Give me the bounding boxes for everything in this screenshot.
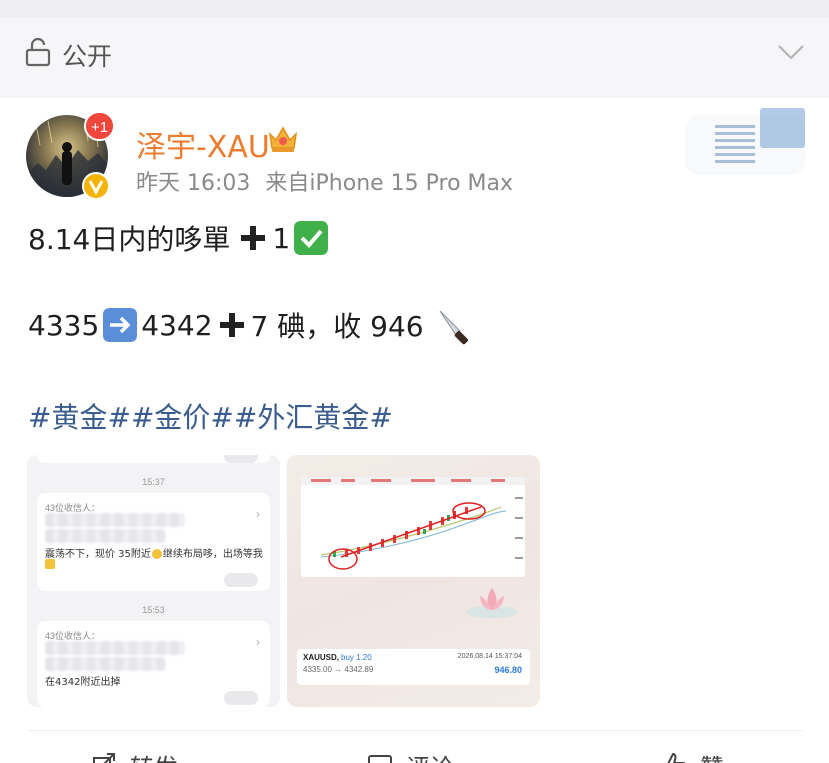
chat-message: 在4342附近出掉 bbox=[45, 677, 121, 688]
check-icon bbox=[294, 221, 329, 255]
price-chart bbox=[301, 477, 525, 577]
comment-label: 评论 bbox=[406, 748, 454, 763]
image-thumbnail-chart[interactable]: XAUUSD, buy 1.20 2026.08.14 15:37:04 433… bbox=[287, 455, 540, 707]
entry-price: 4335 bbox=[28, 308, 100, 342]
lotus-decoration bbox=[466, 588, 518, 618]
trade-lot: buy 1.20 bbox=[341, 653, 372, 662]
blurred-names bbox=[45, 641, 185, 655]
verified-icon bbox=[82, 172, 110, 200]
chevron-right-icon: › bbox=[256, 507, 260, 521]
decorative-card[interactable] bbox=[680, 100, 810, 185]
post-source: 来自iPhone 15 Pro Max bbox=[265, 171, 514, 196]
trade-datetime: 2026.08.14 15:37:04 bbox=[457, 653, 522, 660]
trade-profit: 946.80 bbox=[494, 665, 522, 675]
hashtag-gold-price[interactable]: #金价# bbox=[131, 396, 234, 436]
hashtag-forex-gold[interactable]: #外汇黄金# bbox=[234, 396, 393, 436]
chat-pill bbox=[224, 455, 258, 463]
hashtag-gold[interactable]: #黄金# bbox=[28, 396, 131, 436]
post-text-count: 1 bbox=[272, 221, 291, 255]
chat-card-top bbox=[37, 455, 270, 463]
crown-icon[interactable] bbox=[266, 122, 300, 154]
plus-icon bbox=[241, 226, 266, 250]
blurred-names bbox=[45, 529, 165, 543]
visibility-row[interactable] bbox=[0, 18, 829, 90]
plus-icon bbox=[219, 313, 244, 337]
comment-button[interactable]: 评论 bbox=[366, 748, 454, 763]
chat-time: 15:37 bbox=[142, 477, 165, 487]
hashtag-list: #黄金# #金价# #外汇黄金# bbox=[28, 396, 393, 436]
chat-card: 43位收信人： › 在4342附近出掉 bbox=[37, 621, 270, 707]
post-text: 8.14日内的哆單 bbox=[28, 223, 231, 256]
trade-result-card: XAUUSD, buy 1.20 2026.08.14 15:37:04 433… bbox=[297, 649, 530, 685]
like-button[interactable]: 赞 bbox=[660, 748, 724, 763]
repost-icon bbox=[93, 752, 115, 763]
blurred-names bbox=[45, 657, 165, 671]
thumbs-up-icon bbox=[661, 752, 686, 763]
divider bbox=[27, 730, 802, 731]
trade-symbol: XAUUSD, bbox=[303, 653, 340, 662]
post-meta: 昨天 16:03 来自iPhone 15 Pro Max bbox=[136, 165, 521, 197]
chat-pill bbox=[224, 691, 258, 705]
gain-text: 7 碘，收 946 bbox=[250, 310, 424, 343]
comment-icon bbox=[368, 754, 392, 763]
section-gap bbox=[0, 90, 829, 98]
post-timestamp: 昨天 16:03 bbox=[136, 171, 251, 196]
arrow-right-icon bbox=[103, 308, 138, 342]
repost-label: 转发 bbox=[130, 748, 178, 763]
status-strip bbox=[0, 0, 829, 18]
blurred-names bbox=[45, 513, 185, 527]
knife-icon bbox=[439, 310, 468, 345]
chevron-right-icon: › bbox=[256, 635, 260, 649]
image-thumbnail-chat[interactable]: 15:37 43位收信人： › 震荡不下，现价 35附近 继续布局哆，出场等我 1… bbox=[27, 455, 280, 707]
trade-prices: 4335.00 → 4342.89 bbox=[303, 665, 374, 674]
chat-card: 43位收信人： › 震荡不下，现价 35附近 继续布局哆，出场等我 bbox=[37, 493, 270, 591]
lock-open-icon bbox=[25, 37, 51, 67]
author-name[interactable]: 泽宇-XAU bbox=[136, 122, 270, 166]
notification-badge: +1 bbox=[84, 111, 116, 141]
visibility-label: 公开 bbox=[62, 42, 113, 71]
exit-price: 4342 bbox=[141, 308, 213, 342]
post-line-1: 8.14日内的哆單 1 bbox=[28, 218, 332, 258]
chat-time: 15:53 bbox=[142, 605, 165, 615]
repost-button[interactable]: 转发 bbox=[90, 748, 178, 763]
bell-icon bbox=[45, 559, 55, 569]
post-line-2: 4335 4342 7 碘，收 946 bbox=[28, 305, 474, 345]
chat-message: 震荡不下，现价 35附近 继续布局哆，出场等我 bbox=[45, 549, 263, 560]
chevron-down-icon[interactable] bbox=[776, 42, 806, 62]
chat-pill bbox=[224, 573, 258, 587]
like-label: 赞 bbox=[700, 748, 724, 763]
